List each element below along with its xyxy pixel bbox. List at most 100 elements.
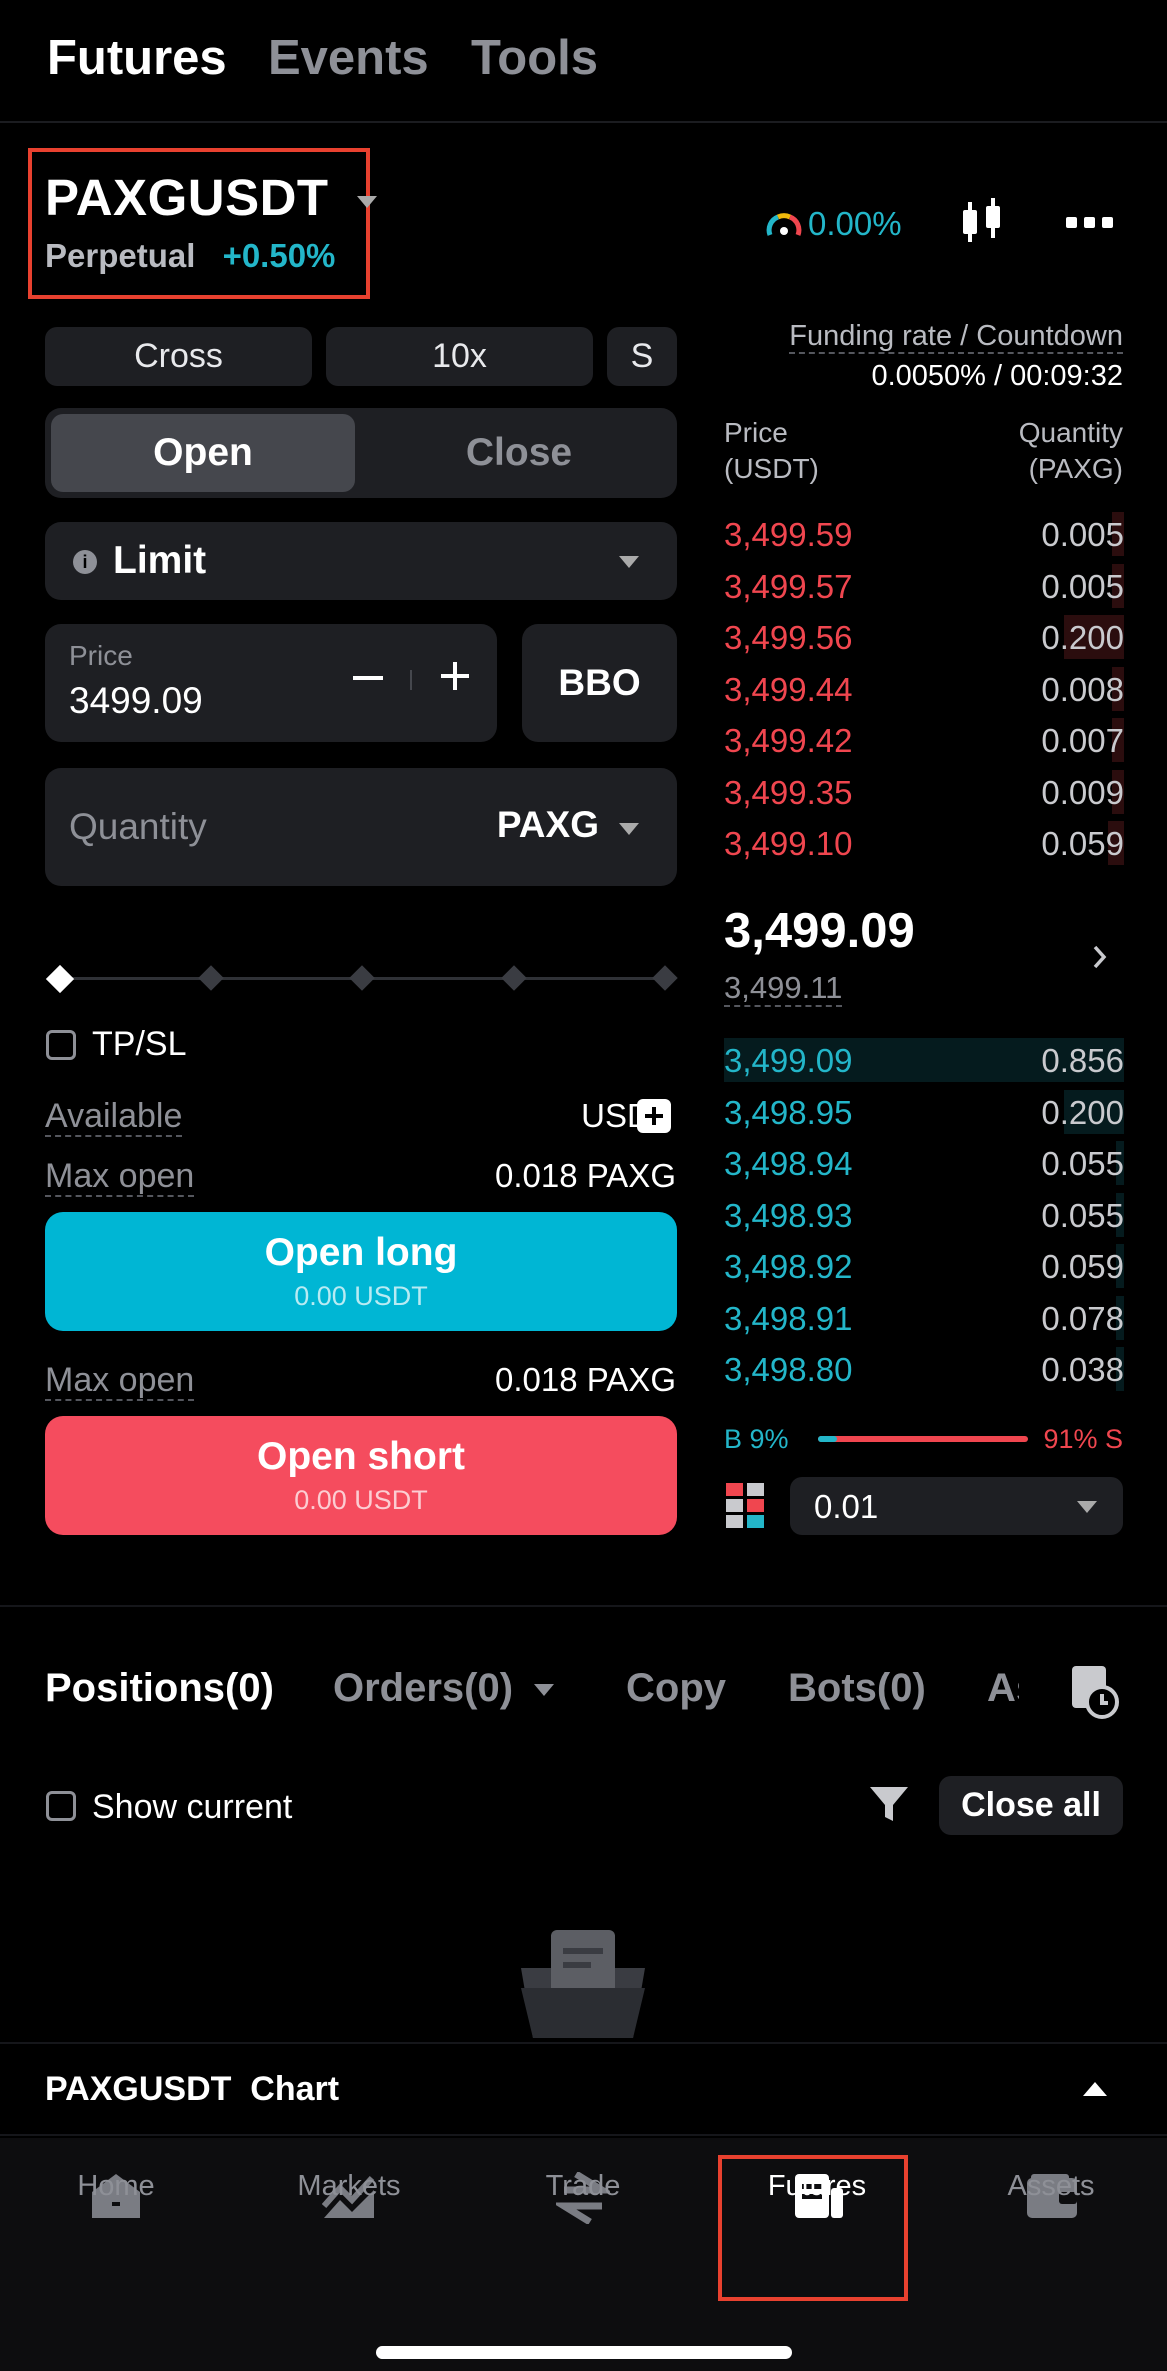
ask-quantity: 0.059 [1041, 825, 1124, 862]
top-divider [0, 121, 1167, 123]
quantity-unit[interactable]: PAXG [497, 804, 599, 846]
tab-assets-cut[interactable]: As [987, 1666, 1019, 1711]
tab-positions[interactable]: Positions(0) [45, 1666, 274, 1711]
chevron-down-icon [357, 195, 378, 208]
bid-price: 3,498.91 [724, 1299, 853, 1337]
close-tab[interactable]: Close [367, 414, 671, 492]
filter-icon[interactable] [868, 1783, 910, 1825]
qty-unit-text: (PAXG) [1028, 453, 1123, 484]
sentiment-indicator[interactable]: 0.00% [766, 205, 902, 243]
plus-icon[interactable] [441, 662, 469, 690]
ask-row[interactable]: 3,499.57 0.005 [724, 563, 1124, 608]
tpsl-label[interactable]: TP/SL [92, 1025, 186, 1064]
chevron-right-icon[interactable] [1090, 942, 1110, 972]
ask-price: 3,499.44 [724, 670, 853, 708]
candlestick-chart-icon[interactable] [956, 196, 1008, 248]
add-funds-icon[interactable] [637, 1099, 671, 1133]
bid-row[interactable]: 3,498.94 0.055 [724, 1141, 1124, 1185]
nav-futures[interactable]: Futures [737, 2170, 897, 2203]
price-input[interactable]: Price 3499.09 [45, 624, 497, 742]
slider-step-100[interactable] [652, 965, 678, 991]
ask-price: 3,499.57 [724, 567, 853, 605]
tab-tools[interactable]: Tools [471, 30, 598, 86]
depth-view-icon[interactable] [726, 1483, 766, 1529]
position-mode-button[interactable]: S [607, 327, 677, 386]
order-type-select[interactable]: i Limit [45, 522, 677, 600]
precision-select[interactable]: 0.01 [790, 1477, 1123, 1535]
slider-step-25[interactable] [198, 965, 224, 991]
ask-row[interactable]: 3,499.44 0.008 [724, 666, 1124, 711]
symbol-selector[interactable]: PAXGUSDT [45, 168, 378, 227]
more-icon[interactable] [1066, 217, 1113, 228]
ask-row[interactable]: 3,499.10 0.059 [724, 821, 1124, 865]
bbo-button[interactable]: BBO [522, 624, 677, 742]
max-open-short-label[interactable]: Max open [45, 1361, 195, 1401]
leverage-button[interactable]: 10x [326, 327, 593, 386]
bid-quantity: 0.055 [1041, 1145, 1124, 1182]
bid-quantity: 0.078 [1041, 1299, 1124, 1337]
ask-quantity: 0.200 [1041, 619, 1124, 656]
ask-row[interactable]: 3,499.59 0.005 [724, 512, 1124, 556]
slider-handle[interactable] [45, 964, 75, 994]
tpsl-checkbox[interactable] [46, 1030, 76, 1060]
nav-assets[interactable]: Assets [971, 2170, 1131, 2203]
bid-quantity: 0.856 [1041, 1042, 1124, 1079]
show-current-checkbox[interactable] [46, 1791, 76, 1821]
bid-row[interactable]: 3,498.92 0.059 [724, 1244, 1124, 1288]
quantity-input[interactable]: Quantity PAXG [45, 768, 677, 886]
bid-quantity: 0.055 [1041, 1196, 1124, 1234]
funding-label[interactable]: Funding rate / Countdown [789, 320, 1123, 354]
mark-price-text: 3,499.11 [724, 970, 843, 1007]
ask-row[interactable]: 3,499.56 0.200 [724, 615, 1124, 659]
max-open-long-label[interactable]: Max open [45, 1157, 195, 1197]
ask-price: 3,499.56 [724, 619, 853, 656]
tab-copy[interactable]: Copy [626, 1666, 726, 1711]
ask-row[interactable]: 3,499.35 0.009 [724, 769, 1124, 814]
ask-price: 3,499.59 [724, 516, 853, 553]
stepper-divider [410, 670, 412, 690]
bid-row[interactable]: 3,498.93 0.055 [724, 1192, 1124, 1237]
max-open-short-value: 0.018 PAXG [494, 1361, 676, 1398]
chevron-down-icon[interactable] [619, 823, 639, 835]
max-open-label-text: Max open [45, 1157, 195, 1197]
show-current-label[interactable]: Show current [92, 1788, 292, 1827]
close-all-button[interactable]: Close all [939, 1776, 1123, 1835]
tab-orders[interactable]: Orders(0) [333, 1666, 555, 1711]
margin-mode-button[interactable]: Cross [45, 327, 312, 386]
history-icon[interactable] [1068, 1664, 1120, 1720]
nav-home[interactable]: Home [36, 2170, 196, 2203]
precision-value: 0.01 [814, 1488, 879, 1525]
open-short-button[interactable]: Open short 0.00 USDT [45, 1416, 677, 1535]
price-value[interactable]: 3499.09 [69, 680, 203, 722]
slider-step-50[interactable] [349, 965, 375, 991]
bid-row[interactable]: 3,498.91 0.078 [724, 1295, 1124, 1340]
symbol-subtitle: Perpetual +0.50% [45, 237, 335, 275]
chevron-down-icon [534, 1684, 555, 1697]
chart-toggle-bar[interactable]: PAXGUSDT Chart [0, 2042, 1167, 2136]
tab-events[interactable]: Events [268, 30, 429, 86]
available-label[interactable]: Available [45, 1097, 183, 1137]
open-long-button[interactable]: Open long 0.00 USDT [45, 1212, 677, 1331]
info-icon[interactable]: i [73, 550, 97, 574]
tab-bots[interactable]: Bots(0) [788, 1666, 926, 1711]
ask-quantity: 0.007 [1041, 722, 1124, 759]
bid-row[interactable]: 3,498.95 0.200 [724, 1089, 1124, 1134]
mark-price[interactable]: 3,499.11 [724, 970, 843, 1007]
minus-icon[interactable] [353, 676, 383, 680]
open-short-label: Open short [256, 1435, 465, 1478]
open-long-label: Open long [264, 1231, 458, 1274]
ratio-bar [818, 1436, 1028, 1442]
price-header-text: Price [724, 417, 788, 448]
ask-price: 3,499.10 [724, 825, 853, 862]
bid-row[interactable]: 3,498.80 0.038 [724, 1347, 1124, 1391]
open-tab[interactable]: Open [51, 414, 355, 492]
bid-quantity: 0.059 [1041, 1248, 1124, 1285]
nav-markets[interactable]: Markets [269, 2170, 429, 2203]
nav-trade[interactable]: Trade [503, 2170, 663, 2203]
chevron-up-icon[interactable] [1083, 2082, 1107, 2096]
slider-step-75[interactable] [501, 965, 527, 991]
buy-ratio: B 9% [724, 1424, 789, 1454]
tab-futures[interactable]: Futures [47, 30, 227, 86]
bid-row[interactable]: 3,499.09 0.856 [724, 1038, 1124, 1082]
ask-row[interactable]: 3,499.42 0.007 [724, 718, 1124, 762]
